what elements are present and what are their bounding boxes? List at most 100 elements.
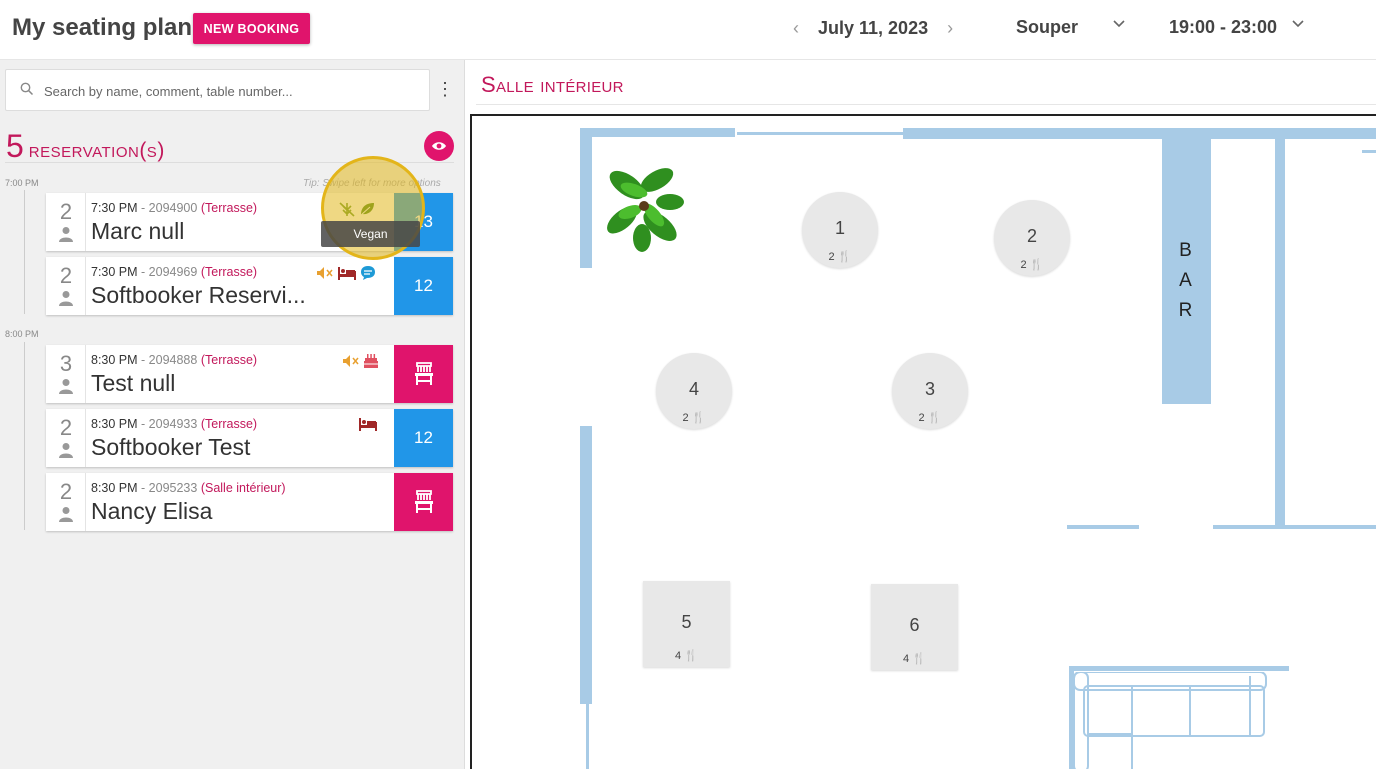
reservation-ref: 2095233 [148, 481, 198, 495]
chair-button[interactable] [394, 345, 453, 403]
timeline-line [24, 342, 25, 530]
chevron-down-icon[interactable] [1112, 17, 1126, 34]
search-box [5, 69, 430, 111]
table-6[interactable]: 6 4 🍴 [871, 584, 958, 670]
table-5[interactable]: 5 4 🍴 [643, 581, 730, 667]
divider [476, 104, 1376, 105]
wall [1067, 525, 1139, 529]
room-title: Salle intérieur [481, 72, 624, 97]
cutlery-icon: 🍴 [691, 412, 706, 424]
seat-count: 2 🍴 [1020, 259, 1044, 271]
chevron-left-icon[interactable]: ‹ [785, 18, 807, 39]
guest-name: Marc null [91, 218, 185, 244]
reservation-card[interactable]: 3 8:30 PM - 2094888 (Terrasse) Test null [46, 345, 453, 403]
person-icon [59, 443, 73, 458]
person-icon [59, 379, 73, 394]
reservation-count-number: 5 [6, 128, 24, 164]
comment-icon [361, 266, 375, 280]
time-range-select[interactable]: 19:00 - 23:00 [1169, 17, 1277, 38]
reservation-card[interactable]: 2 8:30 PM - 2094933 (Terrasse) Softbooke… [46, 409, 453, 467]
reservation-icons [358, 417, 378, 431]
search-icon [20, 82, 34, 101]
table-tag[interactable]: 12 [394, 409, 453, 467]
bed-icon [338, 267, 356, 280]
person-icon [59, 507, 73, 522]
wall [1213, 525, 1376, 529]
time-group-label: 8:00 PM [5, 329, 39, 339]
current-date[interactable]: July 11, 2023 [807, 18, 939, 39]
seat-count: 2 🍴 [682, 412, 706, 424]
sofa [1074, 672, 1267, 769]
wall [903, 128, 1376, 139]
reservation-time: 8:30 PM [91, 417, 138, 431]
icon-tooltip: Vegan [321, 221, 420, 247]
bar-label: B A R [1178, 240, 1195, 321]
cover-count: 2 [59, 415, 73, 440]
time-group-label: 7:00 PM [5, 178, 39, 188]
top-bar: My seating plan NEW BOOKING ‹ July 11, 2… [0, 0, 1376, 60]
wall [1362, 150, 1376, 153]
reservation-meta: 7:30 PM - 2094969 (Terrasse) [91, 265, 258, 279]
table-tag[interactable]: 12 [394, 257, 453, 315]
eye-icon [432, 142, 446, 150]
seat-count: 2 🍴 [828, 251, 852, 263]
wall [580, 426, 592, 704]
reservation-meta: 8:30 PM - 2095233 (Salle intérieur) [91, 481, 286, 495]
guest-name: Softbooker Test [91, 434, 251, 460]
cutlery-icon: 🍴 [837, 251, 852, 263]
reservation-time: 8:30 PM [91, 353, 138, 367]
cake-icon [364, 354, 378, 368]
chair-icon [414, 362, 433, 385]
reservation-meta: 8:30 PM - 2094933 (Terrasse) [91, 417, 258, 431]
floor-plan: B A R 1 2 🍴 2 2 🍴 4 2 🍴 3 2 🍴 5 4 🍴 6 4 … [470, 114, 1376, 769]
bar-counter: B A R [1162, 130, 1211, 404]
reservation-ref: 2094900 [148, 201, 198, 215]
mute-icon [317, 267, 333, 279]
reservation-ref: 2094888 [148, 353, 198, 367]
chair-icon [414, 490, 433, 513]
wall [1069, 666, 1289, 671]
page-title: My seating plan [12, 14, 193, 41]
wall [580, 128, 735, 137]
reservation-count-label: reservation(s) [28, 139, 165, 162]
reservation-count: 5 reservation(s) [6, 128, 165, 165]
reservation-ref: 2094933 [148, 417, 198, 431]
table-1[interactable]: 1 2 🍴 [802, 192, 878, 268]
mute-icon [343, 355, 359, 367]
plant-icon [607, 168, 684, 252]
person-icon [59, 291, 73, 306]
chair-button[interactable] [394, 473, 453, 531]
covers-cell: 2 [46, 473, 86, 531]
cover-count: 2 [59, 479, 73, 504]
reservation-icons [342, 353, 379, 369]
covers-cell: 3 [46, 345, 86, 403]
search-input[interactable] [44, 80, 424, 102]
person-icon [59, 227, 73, 242]
table-2[interactable]: 2 2 🍴 [994, 200, 1070, 276]
chevron-down-icon[interactable] [1291, 17, 1305, 34]
reservation-meta: 8:30 PM - 2094888 (Terrasse) [91, 353, 258, 367]
wall [737, 132, 903, 135]
reservation-area: (Terrasse) [200, 265, 258, 279]
reservation-area: (Terrasse) [200, 417, 258, 431]
cutlery-icon: 🍴 [927, 412, 942, 424]
reservation-sidebar: ⋮ 5 reservation(s) 7:00 PM Tip: Swipe le… [0, 60, 465, 769]
cutlery-icon: 🍴 [912, 653, 926, 665]
chevron-right-icon[interactable]: › [939, 18, 961, 39]
seat-count: 2 🍴 [918, 412, 942, 424]
service-select[interactable]: Souper [1016, 17, 1078, 38]
more-options-icon[interactable]: ⋮ [436, 78, 454, 100]
seat-count: 4 🍴 [903, 653, 926, 665]
table-4[interactable]: 4 2 🍴 [656, 353, 732, 429]
guest-name: Test null [91, 370, 176, 396]
reservation-card[interactable]: 2 7:30 PM - 2094969 (Terrasse) Softbooke… [46, 257, 453, 315]
table-3[interactable]: 3 2 🍴 [892, 353, 968, 429]
reservation-time: 7:30 PM [91, 265, 138, 279]
reservation-time: 7:30 PM [91, 201, 138, 215]
reservation-card[interactable]: 2 8:30 PM - 2095233 (Salle intérieur) Na… [46, 473, 453, 531]
reservation-area: (Salle intérieur) [200, 481, 286, 495]
cover-count: 3 [59, 351, 73, 376]
visibility-toggle-button[interactable] [424, 131, 454, 161]
new-booking-button[interactable]: NEW BOOKING [193, 13, 310, 44]
covers-cell: 2 [46, 257, 86, 315]
